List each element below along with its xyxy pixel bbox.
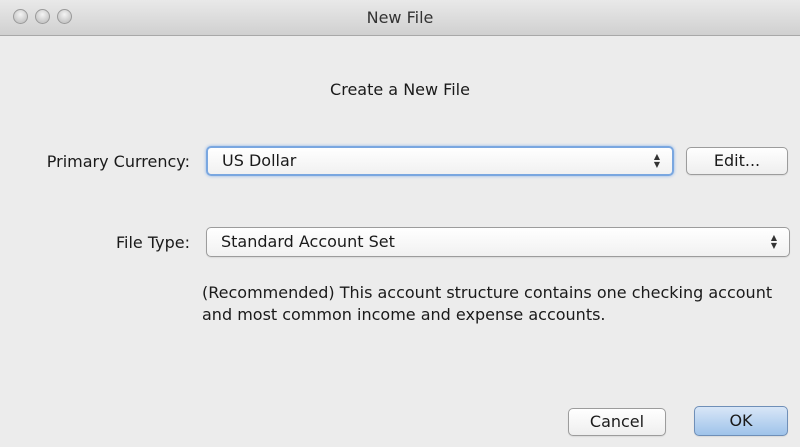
file-type-description: (Recommended) This account structure con… [202, 283, 773, 324]
window-title: New File [366, 8, 434, 27]
primary-currency-value: US Dollar [222, 151, 297, 170]
file-type-value: Standard Account Set [221, 232, 395, 251]
file-type-label: File Type: [116, 233, 190, 252]
primary-currency-select[interactable]: US Dollar ▲ ▼ [206, 146, 674, 176]
dialog-heading: Create a New File [330, 80, 470, 99]
up-down-arrows-icon: ▲ ▼ [653, 152, 661, 169]
new-file-dialog: New File Create a New File Primary Curre… [0, 0, 800, 447]
up-down-arrows-icon: ▲ ▼ [770, 233, 778, 250]
file-type-select[interactable]: Standard Account Set ▲ ▼ [206, 227, 790, 257]
cancel-button[interactable]: Cancel [568, 408, 666, 436]
edit-currency-button[interactable]: Edit... [686, 147, 788, 175]
title-bar[interactable]: New File [0, 0, 800, 36]
ok-button[interactable]: OK [694, 406, 788, 436]
primary-currency-label: Primary Currency: [46, 152, 190, 171]
